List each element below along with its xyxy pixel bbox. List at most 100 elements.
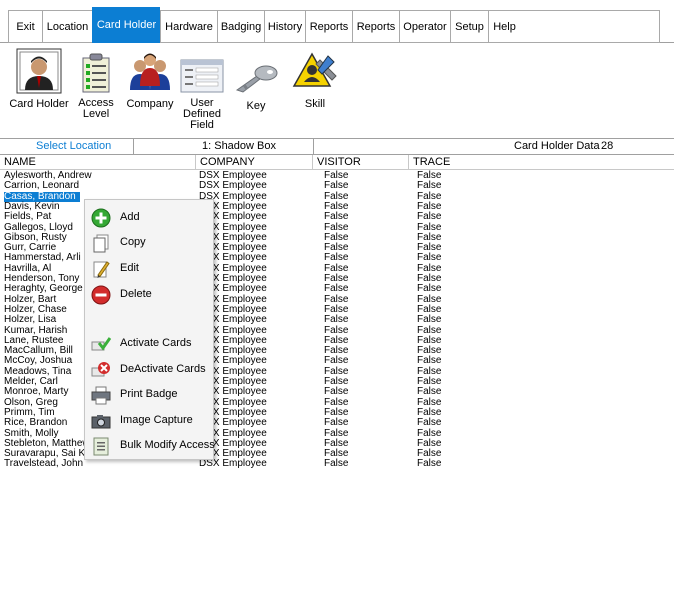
ribbon-key-button[interactable]: Key (232, 44, 280, 112)
tab-operator[interactable]: Operator (399, 10, 450, 43)
tab-badging[interactable]: Badging (217, 10, 264, 43)
cell-name: Rice, Brandon (4, 417, 68, 429)
person-icon (8, 44, 70, 94)
context-menu-delete[interactable]: Delete (85, 283, 213, 307)
context-menu-add-label: Add (120, 211, 140, 223)
cell-visitor: False (324, 386, 349, 398)
cell-visitor: False (324, 427, 349, 439)
cell-name: Gallegos, Lloyd (4, 221, 73, 233)
activate-cards-icon (91, 334, 112, 354)
cell-name: Fields, Pat (4, 211, 52, 223)
ribbon-card-holder-label: Card Holder (9, 98, 69, 110)
cell-trace: False (417, 427, 442, 439)
printer-icon (91, 385, 111, 405)
context-menu-deactivate-cards-label: DeActivate Cards (120, 363, 206, 375)
ribbon-card-holder-button[interactable]: Card Holder (8, 44, 70, 110)
cell-visitor: False (324, 180, 349, 192)
ribbon-access-level-label: Access Level (78, 97, 114, 120)
tab-reports[interactable]: Reports (305, 10, 352, 43)
ribbon-company-button[interactable]: Company (124, 44, 176, 110)
deactivate-cards-icon (91, 360, 111, 380)
group-icon (124, 44, 176, 94)
context-menu-image-capture-label: Image Capture (120, 414, 193, 426)
column-header-name[interactable]: NAME (0, 155, 196, 170)
camera-icon (91, 411, 111, 431)
infobar-divider-1 (133, 139, 134, 154)
key-icon (232, 44, 280, 94)
cell-name: Hammerstad, Arli (4, 252, 81, 264)
cell-visitor: False (324, 283, 349, 295)
cell-name: Monroe, Marty (4, 386, 69, 398)
cell-visitor: False (324, 355, 349, 367)
column-header-visitor[interactable]: VISITOR (313, 155, 409, 170)
cell-name: Travelstead, John (4, 458, 84, 470)
cell-visitor: False (324, 314, 349, 326)
cell-trace: False (417, 458, 442, 470)
cell-trace: False (417, 252, 442, 264)
tab-hardware[interactable]: Hardware (160, 10, 217, 43)
ribbon-access-level-button[interactable]: Access Level (74, 44, 118, 120)
context-menu-bulk-modify-access[interactable]: Bulk Modify Access (85, 434, 215, 458)
column-header-trace[interactable]: TRACE (409, 155, 674, 170)
context-menu-edit[interactable]: Edit (85, 257, 213, 281)
context-menu-deactivate-cards[interactable]: DeActivate Cards (85, 358, 213, 382)
bulk-modify-icon (91, 436, 111, 456)
context-menu-print-badge[interactable]: Print Badge (85, 383, 213, 407)
tab-history[interactable]: History (264, 10, 305, 43)
tab-exit[interactable]: Exit (8, 10, 42, 43)
checklist-icon (74, 44, 118, 94)
ribbon: Card Holder Access Level Company User De… (0, 44, 674, 136)
context-menu-add[interactable]: Add (85, 206, 213, 230)
ribbon-user-defined-field-label: User Defined Field (183, 97, 221, 131)
ribbon-key-label: Key (246, 100, 266, 112)
cell-name: Kumar, Harish (4, 324, 68, 336)
context-menu-activate-cards[interactable]: Activate Cards (85, 332, 213, 356)
ribbon-company-label: Company (126, 98, 174, 110)
tab-strip-filler (520, 10, 660, 43)
context-menu-copy[interactable]: Copy (85, 231, 213, 255)
cell-visitor: False (324, 417, 349, 429)
context-menu-image-capture[interactable]: Image Capture (85, 409, 213, 433)
menu-tabs: Exit Location Card Holder Hardware Badgi… (8, 7, 660, 43)
cell-trace: False (417, 211, 442, 223)
cell-visitor: False (324, 324, 349, 336)
cell-company: DSX Employee (199, 180, 267, 192)
cell-visitor: False (324, 211, 349, 223)
context-menu: Add Copy Edit Delete Activate Cards DeAc… (84, 199, 215, 460)
table-row[interactable]: Travelstead, John DSX Employee False False (0, 459, 674, 469)
cell-trace: False (417, 283, 442, 295)
cell-name: Carrion, Leonard (4, 180, 80, 192)
ribbon-skill-button[interactable]: Skill (290, 44, 340, 110)
tab-help[interactable]: Help (488, 10, 520, 43)
cell-name: Holzer, Lisa (4, 314, 57, 326)
cell-trace: False (417, 221, 442, 233)
delete-icon (91, 285, 111, 305)
tab-reports-2[interactable]: Reports (352, 10, 399, 43)
cell-trace: False (417, 180, 442, 192)
cell-trace: False (417, 314, 442, 326)
ribbon-user-defined-field-button[interactable]: User Defined Field (178, 44, 226, 131)
context-menu-activate-cards-label: Activate Cards (120, 337, 192, 349)
copy-icon (91, 233, 111, 253)
cell-visitor: False (324, 221, 349, 233)
skill-icon (290, 44, 340, 94)
ribbon-skill-label: Skill (304, 98, 326, 110)
location-value: 1: Shadow Box (202, 140, 276, 152)
cell-trace: False (417, 417, 442, 429)
context-menu-edit-label: Edit (120, 262, 139, 274)
cell-name: Heraghty, George (4, 283, 83, 295)
tab-location[interactable]: Location (42, 10, 92, 43)
form-icon (178, 44, 226, 94)
column-header-company[interactable]: COMPANY (196, 155, 313, 170)
cell-trace: False (417, 386, 442, 398)
card-holder-data-label: Card Holder Data (514, 140, 600, 152)
context-menu-delete-label: Delete (120, 288, 152, 300)
tab-setup[interactable]: Setup (450, 10, 488, 43)
context-menu-copy-label: Copy (120, 236, 146, 248)
cell-trace: False (417, 355, 442, 367)
card-holder-data-count: 28 (601, 140, 614, 152)
add-icon (91, 208, 111, 228)
cell-name: McCoy, Joshua (4, 355, 73, 367)
select-location-link[interactable]: Select Location (36, 139, 111, 154)
tab-card-holder[interactable]: Card Holder (92, 7, 160, 43)
